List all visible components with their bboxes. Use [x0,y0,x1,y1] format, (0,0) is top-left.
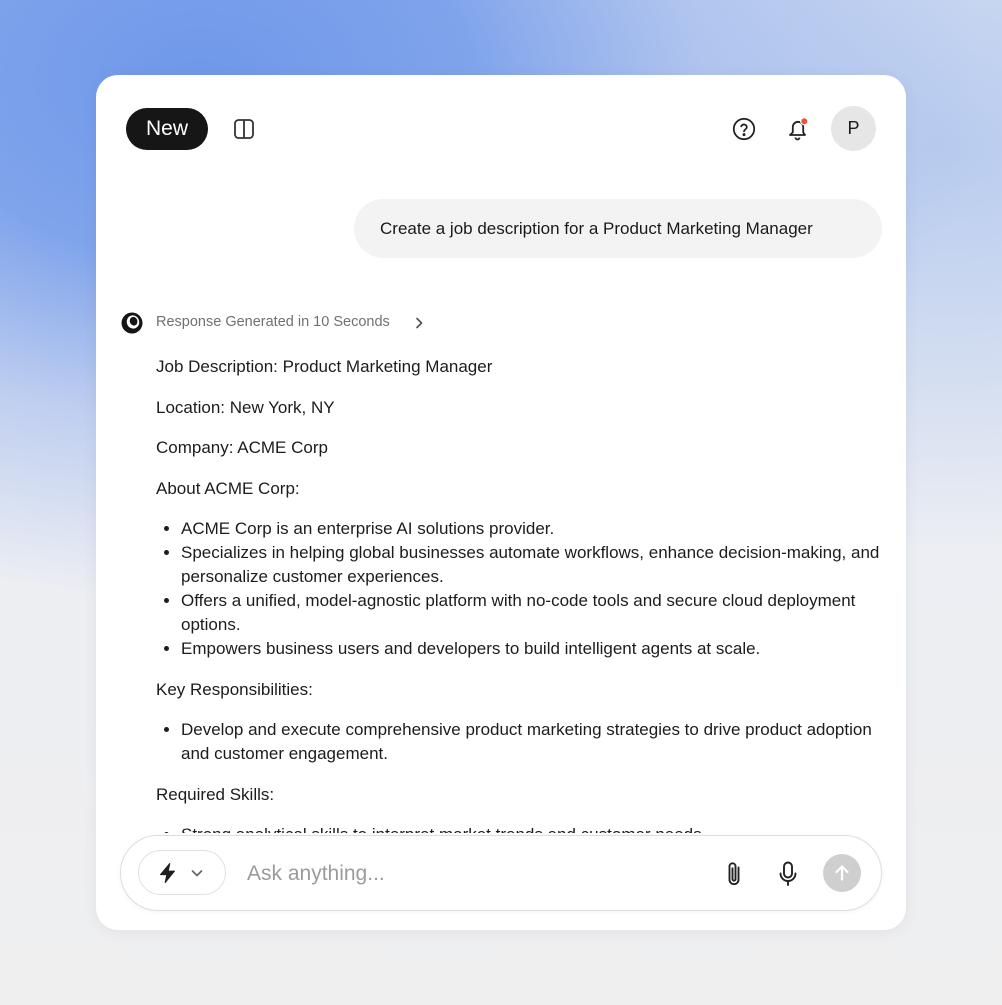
brand-logo-icon [120,311,144,335]
sidebar-toggle-icon[interactable] [233,118,255,140]
skills-heading: Required Skills: [156,784,275,804]
bell-icon[interactable] [786,116,810,142]
list-item: ACME Corp is an enterprise AI solutions … [181,517,886,541]
response-location: Location: New York, NY [156,397,335,417]
help-icon[interactable] [732,117,756,141]
avatar[interactable]: P [831,106,876,151]
chevron-right-icon[interactable] [412,316,426,330]
user-message-bubble: Create a job description for a Product M… [354,199,882,258]
mode-selector[interactable] [138,850,226,895]
send-button[interactable] [823,854,861,892]
microphone-icon[interactable] [776,860,800,888]
top-bar: New P [96,75,906,185]
about-list: ACME Corp is an enterprise AI solutions … [156,517,886,661]
about-heading: About ACME Corp: [156,478,300,498]
arrow-up-icon [835,865,849,881]
chat-window: New P Create a job description for a Pro… [96,75,906,930]
chevron-down-icon [190,866,204,880]
response-title: Job Description: Product Marketing Manag… [156,357,493,376]
list-item: Specializes in helping global businesses… [181,541,886,589]
list-item: Develop and execute comprehensive produc… [181,718,886,766]
list-item: Empowers business users and developers t… [181,637,886,661]
notification-dot [800,116,809,126]
bolt-icon [157,862,179,884]
response-content: Job Description: Product Marketing Manag… [156,355,886,833]
ask-input[interactable] [245,854,689,894]
responsibilities-list: Develop and execute comprehensive produc… [156,718,886,766]
paperclip-icon[interactable] [722,860,746,888]
list-item: Offers a unified, model-agnostic platfor… [181,589,886,637]
responsibilities-heading: Key Responsibilities: [156,679,313,699]
skills-list: Strong analytical skills to interpret ma… [156,823,886,833]
composer [120,835,882,911]
response-status: Response Generated in 10 Seconds [156,314,390,330]
list-item: Strong analytical skills to interpret ma… [181,823,886,833]
response-header: Response Generated in 10 Seconds [120,311,440,335]
response-company: Company: ACME Corp [156,438,328,457]
new-chat-button[interactable]: New [126,108,208,150]
